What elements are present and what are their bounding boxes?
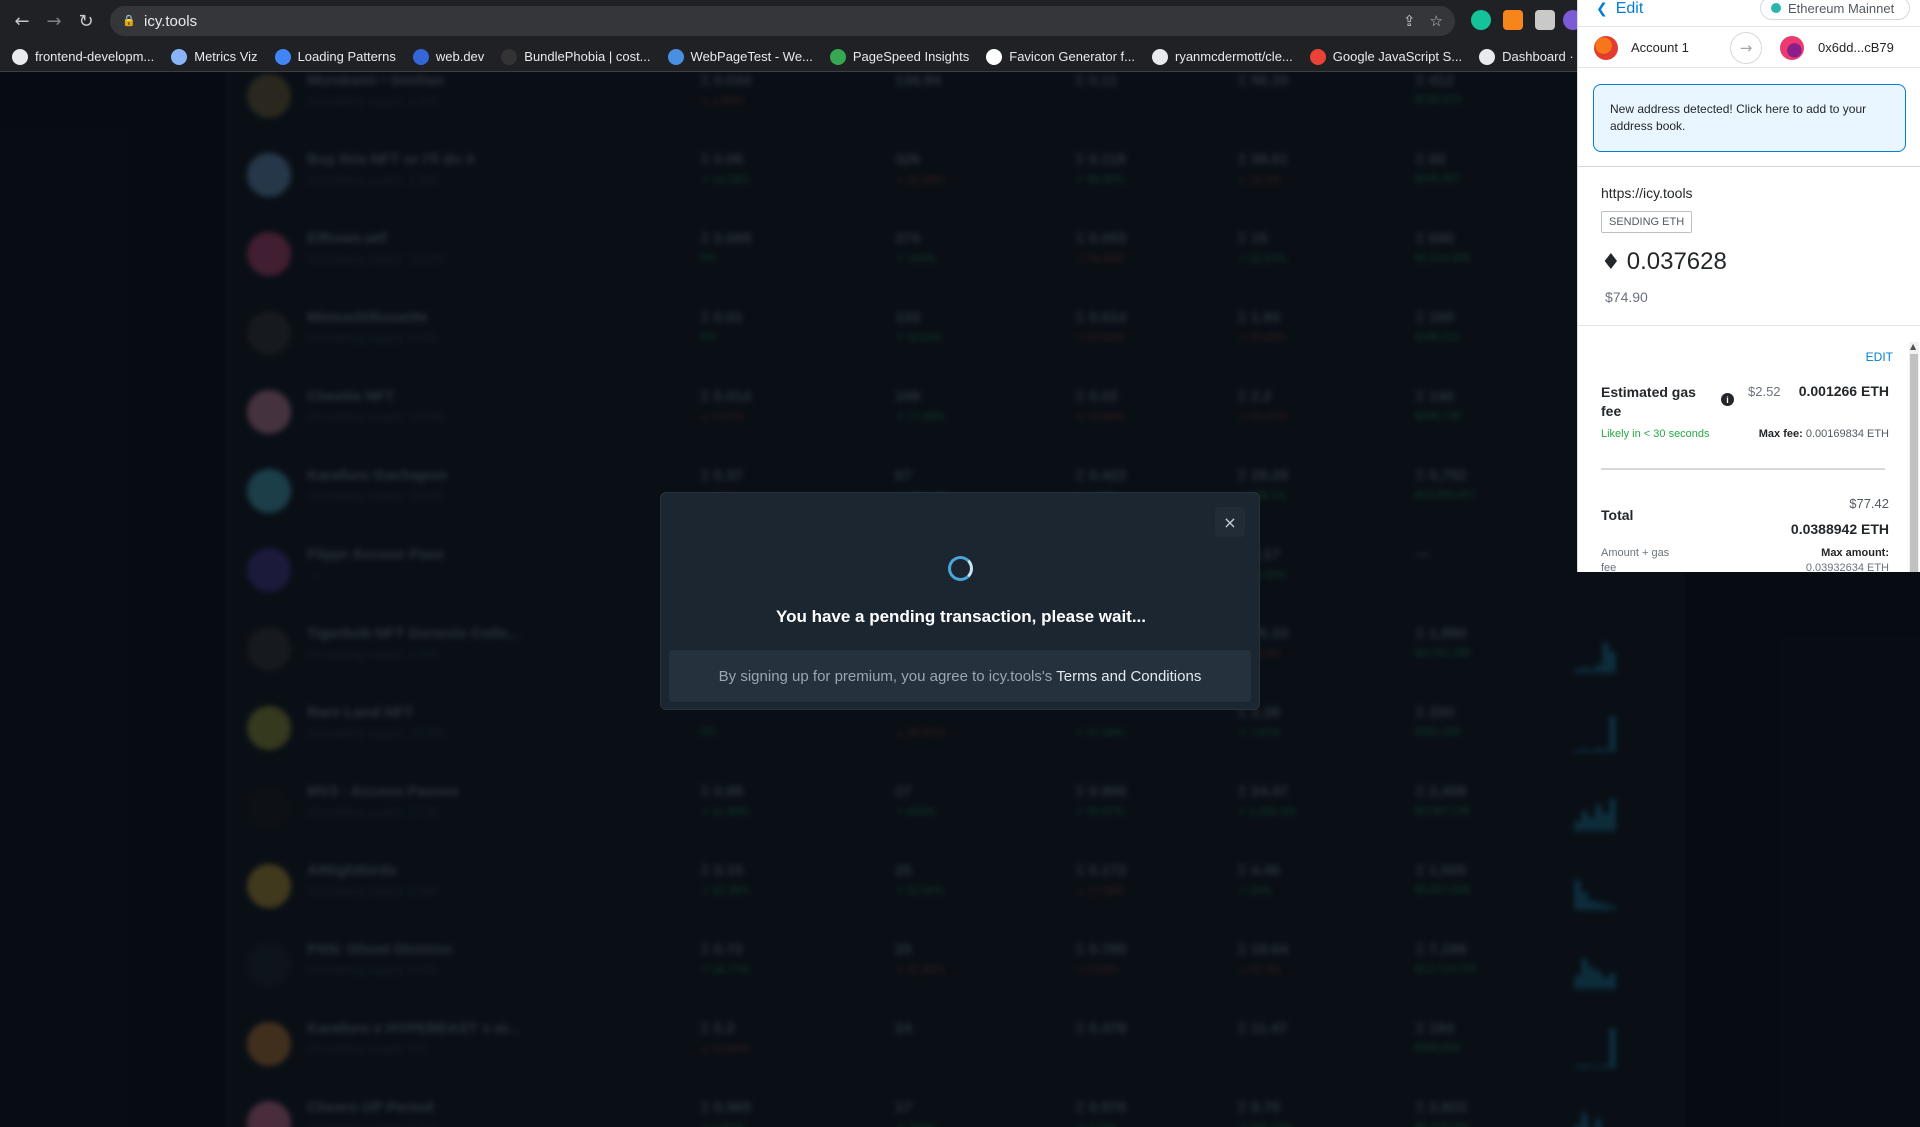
transaction-type-badge: SENDING ETH <box>1601 211 1693 233</box>
bookmark-label: web.dev <box>435 49 485 64</box>
bookmarks-bar: frontend-developm... Metrics Viz Loading P… <box>0 42 1580 72</box>
bookmark-favicon-icon <box>667 48 684 65</box>
scrollbar-thumb[interactable] <box>1910 354 1918 572</box>
address-bar[interactable]: 🔒 icy.tools ⇪ ☆ <box>110 6 1455 36</box>
bookmark-favicon-icon <box>1152 48 1168 65</box>
forward-icon[interactable]: → <box>39 6 69 36</box>
network-name: Ethereum Mainnet <box>1788 0 1895 16</box>
bookmark-item[interactable]: Favicon Generator f... <box>986 48 1135 65</box>
bookmark-favicon-icon <box>986 48 1003 65</box>
extension-icon[interactable] <box>1535 10 1555 30</box>
gas-time-estimate: Likely in < 30 seconds <box>1601 428 1710 440</box>
from-account[interactable]: Account 1 <box>1631 40 1689 55</box>
url-text[interactable]: icy.tools <box>144 13 197 30</box>
max-amount: Max amount: 0.03932634 ETH <box>1806 546 1889 572</box>
bookmark-star-icon[interactable]: ☆ <box>1430 12 1443 30</box>
ethereum-icon: ♦ <box>1601 249 1621 275</box>
bookmark-item[interactable]: Metrics Viz <box>171 48 258 65</box>
amount-value: 0.037628 <box>1626 248 1727 275</box>
bookmark-item[interactable]: WebPageTest - We... <box>667 48 813 65</box>
recipient-avatar-icon <box>1780 36 1804 60</box>
divider <box>1578 166 1920 167</box>
total-eth: 0.0388942 ETH <box>1790 521 1889 537</box>
bookmark-label: Loading Patterns <box>297 49 396 64</box>
modal-footer: By signing up for premium, you agree to … <box>669 650 1251 702</box>
max-fee-value: 0.00169834 ETH <box>1805 428 1889 440</box>
divider <box>1578 325 1920 326</box>
total-label: Total <box>1601 507 1634 523</box>
gas-fee-usd: $2.52 <box>1748 384 1781 399</box>
reload-icon[interactable]: ↻ <box>71 6 101 36</box>
edit-label: Edit <box>1615 0 1644 17</box>
bookmark-favicon-icon <box>1309 48 1326 65</box>
bookmark-label: Google JavaScript S... <box>1332 49 1463 64</box>
bookmark-item[interactable]: Loading Patterns <box>274 48 396 65</box>
terms-text: By signing up for premium, you agree to … <box>718 667 1053 685</box>
metamask-popup: ❮ Edit Ethereum Mainnet Account 1 → 0x6d… <box>1577 0 1920 572</box>
bookmark-favicon-icon <box>501 48 518 65</box>
pending-transaction-modal: × You have a pending transaction, please… <box>660 492 1260 710</box>
share-icon[interactable]: ⇪ <box>1403 12 1416 30</box>
bookmark-label: ryanmcdermott/cle... <box>1175 49 1293 64</box>
terms-link[interactable]: Terms and Conditions <box>1056 668 1201 685</box>
metamask-header: ❮ Edit Ethereum Mainnet <box>1578 0 1920 22</box>
edit-back-button[interactable]: ❮ Edit <box>1596 0 1643 18</box>
edit-gas-button[interactable]: EDIT <box>1866 350 1893 364</box>
max-amount-label: Max amount: <box>1821 547 1889 559</box>
max-amount-value: 0.03932634 ETH <box>1805 562 1889 572</box>
bookmark-label: Metrics Viz <box>194 49 258 64</box>
amount: ♦ 0.037628 <box>1601 248 1727 276</box>
account-avatar-icon <box>1594 36 1618 60</box>
transaction-details: https://icy.tools SENDING ETH ♦ 0.037628… <box>1578 168 1920 572</box>
bookmark-item[interactable]: PageSpeed Insights <box>829 48 970 65</box>
scrollbar[interactable]: ▲ ▼ <box>1909 342 1919 572</box>
bookmark-item[interactable]: Google JavaScript S... <box>1309 48 1463 65</box>
modal-title: You have a pending transaction, please w… <box>776 607 1146 626</box>
bookmark-favicon-icon <box>1479 48 1496 65</box>
bookmark-item[interactable]: frontend-developm... <box>12 48 155 65</box>
scroll-up-icon[interactable]: ▲ <box>1910 342 1916 351</box>
bookmark-favicon-icon <box>829 48 846 65</box>
to-address[interactable]: 0x6dd...cB79 <box>1818 40 1894 55</box>
bookmark-item[interactable]: BundlePhobia | cost... <box>501 48 651 65</box>
bookmark-favicon-icon <box>171 48 188 65</box>
close-button[interactable]: × <box>1215 507 1245 537</box>
arrow-right-icon: → <box>1730 32 1762 64</box>
network-status-dot <box>1771 3 1781 13</box>
origin-url: https://icy.tools <box>1601 185 1693 201</box>
amount-fiat: $74.90 <box>1605 289 1648 305</box>
divider <box>1601 468 1885 470</box>
loading-spinner-icon <box>948 556 973 581</box>
max-fee: Max fee: 0.00169834 ETH <box>1759 428 1889 440</box>
sender-recipient-row: Account 1 → 0x6dd...cB79 <box>1578 26 1920 68</box>
bookmark-favicon-icon <box>12 48 28 65</box>
new-address-alert[interactable]: New address detected! Click here to add … <box>1593 84 1906 152</box>
bookmark-favicon-icon <box>412 48 429 65</box>
gas-fee-eth: 0.001266 ETH <box>1798 383 1889 399</box>
info-icon[interactable]: i <box>1721 393 1734 406</box>
bookmark-item[interactable]: web.dev <box>412 48 485 65</box>
bookmark-label: frontend-developm... <box>35 49 155 64</box>
bookmark-item[interactable]: Dashboard · WakaTi... <box>1479 48 1580 65</box>
bookmark-label: WebPageTest - We... <box>690 49 813 64</box>
bookmark-label: PageSpeed Insights <box>852 49 970 64</box>
gas-fee-label: Estimated gas fee <box>1601 384 1696 419</box>
total-usd: $77.42 <box>1849 496 1889 511</box>
metamask-extension-icon[interactable] <box>1503 10 1523 30</box>
lock-icon: 🔒 <box>122 15 136 27</box>
bookmark-label: Dashboard · WakaTi... <box>1502 49 1580 64</box>
bookmark-label: BundlePhobia | cost... <box>524 49 651 64</box>
bookmark-label: Favicon Generator f... <box>1009 49 1135 64</box>
bookmark-favicon-icon <box>274 48 291 65</box>
back-icon[interactable]: ← <box>7 6 37 36</box>
max-fee-label: Max fee: <box>1758 428 1803 440</box>
grammarly-extension-icon[interactable] <box>1471 10 1491 30</box>
bookmark-item[interactable]: ryanmcdermott/cle... <box>1152 48 1293 65</box>
chevron-left-icon: ❮ <box>1596 1 1608 17</box>
amount-gas-label: Amount + gas fee <box>1601 547 1670 572</box>
network-selector[interactable]: Ethereum Mainnet <box>1760 0 1910 20</box>
